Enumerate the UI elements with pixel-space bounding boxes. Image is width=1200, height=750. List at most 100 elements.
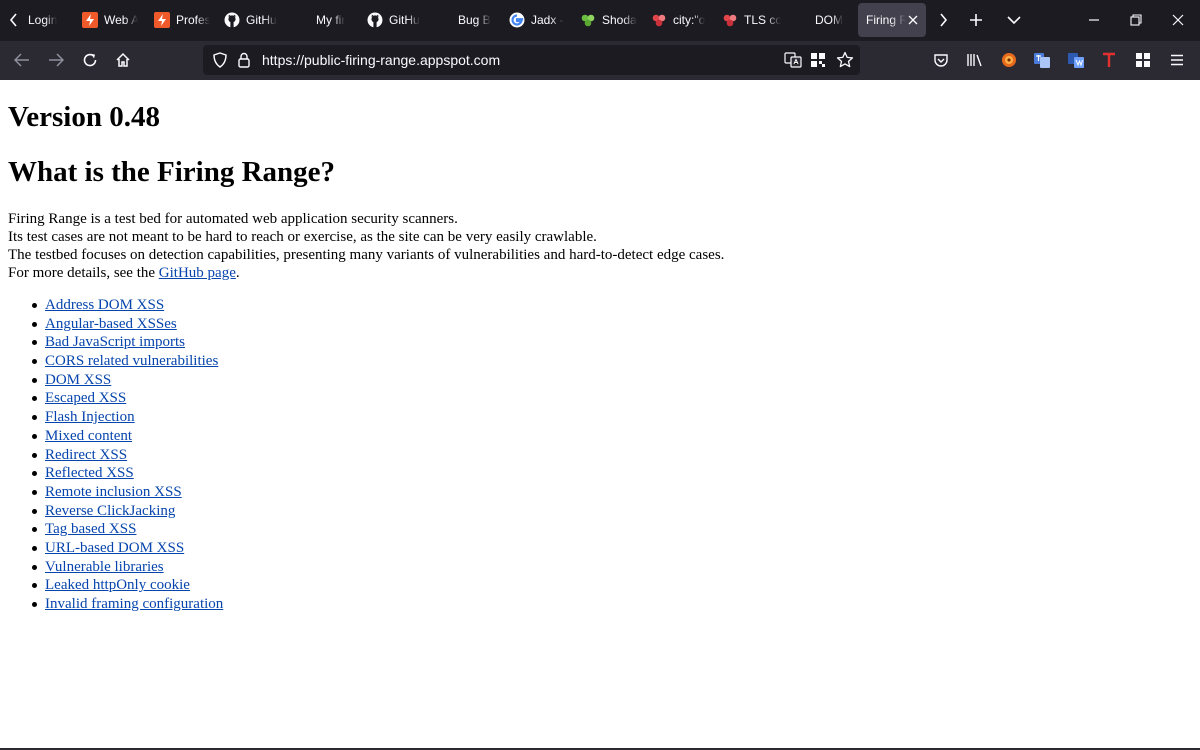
tab-profes[interactable]: Profes — [154, 3, 210, 37]
home-icon — [116, 52, 130, 67]
tab-scroll-left-button[interactable] — [0, 3, 28, 37]
shodan-red-icon — [651, 12, 667, 28]
translate-icon[interactable] — [784, 51, 802, 74]
tracking-protection-shield-icon[interactable] — [212, 52, 228, 73]
extension-button-2[interactable] — [1027, 45, 1057, 75]
list-item: Reverse ClickJacking — [0, 502, 223, 521]
link-escaped-xss[interactable]: Escaped XSS — [45, 390, 126, 406]
intro-line: Its test cases are not meant to be hard … — [8, 229, 597, 245]
tab-github-2[interactable]: GitHu — [367, 3, 427, 37]
chevron-left-icon — [9, 13, 17, 27]
tab-tls[interactable]: TLS cc — [722, 3, 782, 37]
details-prefix: For more details, see the — [8, 265, 159, 281]
list-item: CORS related vulnerabilities — [0, 352, 223, 371]
list-item: URL-based DOM XSS — [0, 539, 223, 558]
details-suffix: . — [235, 265, 240, 281]
list-item: Escaped XSS — [0, 389, 223, 408]
link-remote-inclusion-xss[interactable]: Remote inclusion XSS — [45, 484, 182, 500]
link-reflected-xss[interactable]: Reflected XSS — [45, 465, 134, 481]
new-tab-button[interactable] — [961, 3, 991, 37]
link-cors-related-vulnerabilities[interactable]: CORS related vulnerabilities — [45, 353, 218, 369]
tab-label: Web A — [104, 13, 138, 27]
tab-label: My fir — [316, 13, 346, 27]
library-icon — [967, 54, 982, 67]
minimize-button[interactable] — [1078, 3, 1110, 37]
tab-label: Shoda — [602, 13, 637, 27]
intro-line: The testbed focuses on detection capabil… — [8, 247, 725, 263]
back-button[interactable] — [7, 45, 37, 75]
list-item: Address DOM XSS — [0, 296, 223, 315]
address-bar[interactable]: https://public-firing-range.appspot.com — [203, 45, 860, 75]
shodan-red-icon — [722, 12, 738, 28]
reload-icon — [83, 53, 97, 67]
qr-code-icon[interactable] — [810, 52, 826, 73]
extensions-button[interactable] — [1128, 45, 1158, 75]
extension-button-1[interactable] — [994, 45, 1024, 75]
reload-button[interactable] — [75, 45, 105, 75]
tab-login[interactable]: Login — [28, 3, 68, 37]
github-icon — [367, 12, 383, 28]
url-text[interactable]: https://public-firing-range.appspot.com — [262, 52, 500, 68]
list-item: Angular-based XSSes — [0, 315, 223, 334]
restore-icon — [1130, 14, 1142, 26]
close-tab-icon[interactable] — [908, 15, 918, 25]
home-button[interactable] — [108, 45, 138, 75]
arrow-left-icon — [14, 53, 29, 67]
tab-label: DOM — [815, 13, 843, 27]
close-icon — [1172, 14, 1184, 26]
tab-my-first[interactable]: My fir — [316, 3, 352, 37]
link-tag-based-xss[interactable]: Tag based XSS — [45, 521, 136, 537]
link-redirect-xss[interactable]: Redirect XSS — [45, 447, 127, 463]
list-item: Invalid framing configuration — [0, 595, 223, 614]
tab-firing-range[interactable]: Firing R — [858, 3, 926, 37]
github-page-link[interactable]: GitHub page — [159, 265, 236, 281]
link-dom-xss[interactable]: DOM XSS — [45, 372, 111, 388]
link-address-dom-xss[interactable]: Address DOM XSS — [45, 297, 164, 313]
app-menu-button[interactable] — [1162, 45, 1192, 75]
navigation-toolbar: https://public-firing-range.appspot.com — [0, 41, 1200, 80]
page-title: What is the Firing Range? — [8, 156, 336, 188]
tab-label: Login — [28, 13, 58, 27]
link-bad-javascript-imports[interactable]: Bad JavaScript imports — [45, 334, 185, 350]
list-item: Redirect XSS — [0, 446, 223, 465]
bolt-icon — [154, 12, 170, 28]
pocket-icon — [934, 54, 948, 67]
tab-label: GitHu — [246, 13, 277, 27]
lock-icon[interactable] — [237, 52, 251, 73]
tab-github-1[interactable]: GitHu — [224, 3, 284, 37]
bookmark-star-icon[interactable] — [836, 51, 854, 74]
tab-jadx[interactable]: Jadx - — [509, 3, 567, 37]
extension-button-3[interactable] — [1061, 45, 1091, 75]
tab-bug-bounty[interactable]: Bug B — [458, 3, 494, 37]
tab-scroll-right-button[interactable] — [928, 3, 958, 37]
list-item: Flash Injection — [0, 408, 223, 427]
link-invalid-framing-configuration[interactable]: Invalid framing configuration — [45, 596, 223, 612]
tab-dom[interactable]: DOM — [815, 3, 847, 37]
link-angular-based-xsses[interactable]: Angular-based XSSes — [45, 316, 177, 332]
link-url-based-dom-xss[interactable]: URL-based DOM XSS — [45, 540, 184, 556]
link-vulnerable-libraries[interactable]: Vulnerable libraries — [45, 559, 164, 575]
library-button[interactable] — [960, 45, 990, 75]
tab-label: Profes — [176, 13, 210, 27]
pocket-button[interactable] — [926, 45, 956, 75]
close-window-button[interactable] — [1162, 3, 1194, 37]
link-mixed-content[interactable]: Mixed content — [45, 428, 132, 444]
link-reverse-clickjacking[interactable]: Reverse ClickJacking — [45, 503, 175, 519]
plus-icon — [970, 14, 982, 26]
tab-city-search[interactable]: city:"o — [651, 3, 711, 37]
version-heading: Version 0.48 — [8, 101, 160, 133]
tab-label: GitHu — [389, 13, 420, 27]
list-all-tabs-button[interactable] — [999, 3, 1029, 37]
tab-label: city:"o — [673, 13, 706, 27]
restore-button[interactable] — [1120, 3, 1152, 37]
extension-button-4[interactable] — [1094, 45, 1124, 75]
list-item: Bad JavaScript imports — [0, 333, 223, 352]
link-leaked-httponly-cookie[interactable]: Leaked httpOnly cookie — [45, 577, 190, 593]
tab-shodan[interactable]: Shoda — [580, 3, 640, 37]
github-icon — [224, 12, 240, 28]
tab-label: Jadx - — [531, 13, 564, 27]
arrow-right-icon — [49, 53, 64, 67]
forward-button[interactable] — [41, 45, 71, 75]
link-flash-injection[interactable]: Flash Injection — [45, 409, 135, 425]
tab-web[interactable]: Web A — [82, 3, 138, 37]
